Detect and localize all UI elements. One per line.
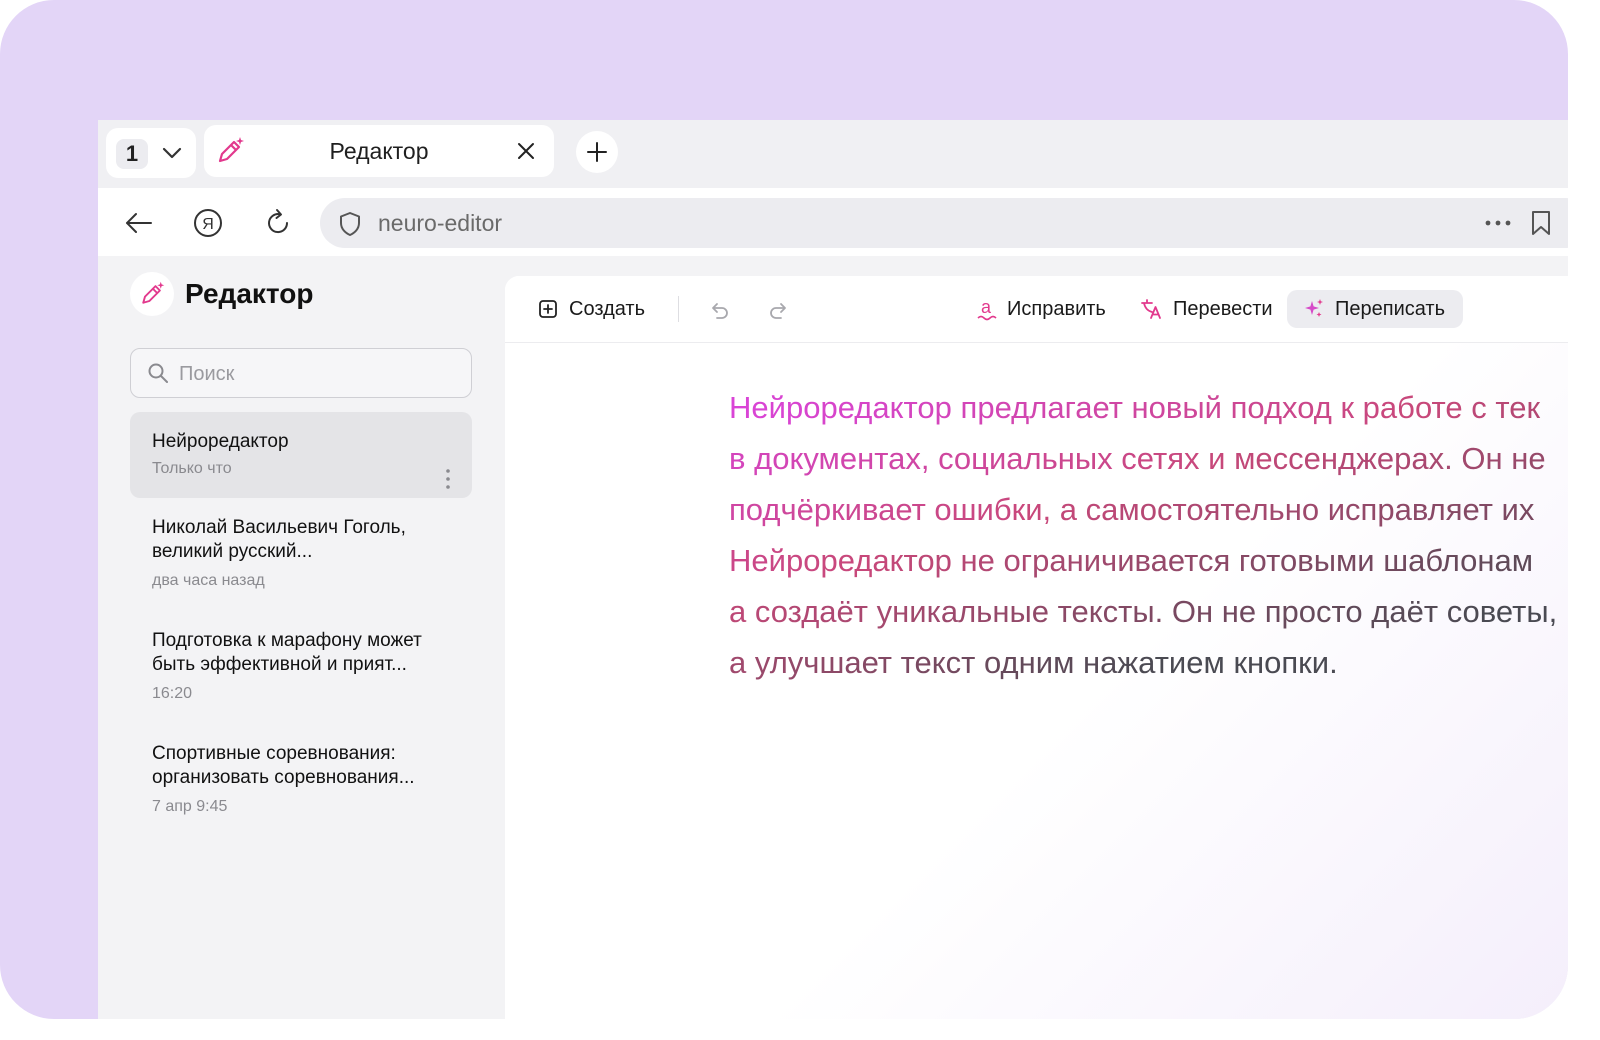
spellcheck-icon: а bbox=[977, 297, 997, 321]
fix-button[interactable]: а Исправить bbox=[975, 290, 1106, 328]
address-text: neuro-editor bbox=[378, 210, 503, 236]
editor-toolbar: Создать а Исправить Перевести Переписать bbox=[505, 276, 1568, 343]
magic-pen-icon bbox=[142, 281, 165, 304]
undo-icon[interactable] bbox=[708, 298, 730, 320]
document-item[interactable]: Подготовка к марафону может быть эффекти… bbox=[130, 613, 472, 721]
documents-sidebar: Редактор Нейроредактор Только что bbox=[98, 256, 504, 1019]
translate-button[interactable]: Перевести bbox=[1139, 290, 1273, 328]
navigation-bar: Я neuro-editor bbox=[98, 188, 1568, 256]
svg-text:Я: Я bbox=[202, 216, 214, 233]
document-item[interactable]: Спортивные соревнования: организовать со… bbox=[130, 726, 472, 834]
redo-icon[interactable] bbox=[768, 298, 790, 320]
toolbar-divider bbox=[678, 296, 679, 322]
more-vertical-icon[interactable] bbox=[444, 468, 452, 490]
document-time: два часа назад bbox=[152, 572, 265, 589]
document-title: Нейроредактор bbox=[152, 431, 289, 452]
sidebar-title: Редактор bbox=[185, 278, 314, 309]
text-line: в документах, социальных сетях и мессенд… bbox=[729, 441, 1546, 476]
close-icon[interactable] bbox=[514, 139, 538, 163]
document-title: Подготовка к марафону может быть эффекти… bbox=[152, 630, 422, 675]
document-item[interactable]: Николай Васильевич Гоголь, великий русск… bbox=[130, 500, 472, 608]
editor-text[interactable]: Нейроредактор предлагает новый подход к … bbox=[729, 382, 1568, 688]
tab-count: 1 bbox=[116, 139, 148, 169]
yandex-logo-icon[interactable]: Я bbox=[193, 208, 223, 238]
create-button[interactable]: Создать bbox=[537, 290, 645, 328]
tab-counter-button[interactable]: 1 bbox=[106, 128, 196, 178]
document-time: 16:20 bbox=[152, 685, 193, 702]
translate-label: Перевести bbox=[1173, 297, 1273, 320]
svg-text:а: а bbox=[981, 297, 992, 317]
address-bar[interactable]: neuro-editor bbox=[320, 198, 1568, 248]
reload-icon[interactable] bbox=[263, 208, 293, 238]
editor-logo bbox=[130, 272, 174, 316]
search-icon bbox=[148, 363, 168, 383]
document-title: Николай Васильевич Гоголь, великий русск… bbox=[152, 517, 406, 562]
editor-panel: Создать а Исправить Перевести Переписать… bbox=[505, 276, 1568, 1019]
page-content: Редактор Нейроредактор Только что bbox=[98, 256, 1568, 1019]
rewrite-label: Переписать bbox=[1335, 297, 1446, 320]
search-input[interactable] bbox=[177, 349, 461, 399]
new-tab-button[interactable] bbox=[576, 131, 618, 173]
text-line: а улучшает текст одним нажатием кнопки. bbox=[729, 645, 1338, 680]
plus-icon bbox=[587, 142, 607, 162]
browser-window: 1 Редактор Я neuro-editor Редактор Поиск… bbox=[98, 120, 1568, 1019]
tab-strip: 1 Редактор bbox=[98, 120, 1568, 188]
tab-editor[interactable]: Редактор bbox=[204, 125, 554, 177]
promo-background: 1 Редактор Я neuro-editor Редактор Поиск… bbox=[0, 0, 1568, 1019]
fix-label: Исправить bbox=[1007, 297, 1106, 320]
shield-icon bbox=[340, 212, 360, 236]
search-box[interactable] bbox=[130, 348, 472, 399]
text-line: Нейроредактор не ограничивается готовыми… bbox=[729, 543, 1534, 578]
rewrite-button[interactable]: Переписать bbox=[1287, 290, 1464, 328]
text-line: Нейроредактор предлагает новый подход к … bbox=[729, 390, 1541, 425]
back-arrow-icon[interactable] bbox=[124, 208, 154, 238]
document-time: 7 апр 9:45 bbox=[152, 798, 228, 815]
sparkles-icon bbox=[1305, 299, 1323, 317]
plus-square-icon bbox=[539, 300, 557, 318]
magic-pen-icon bbox=[218, 137, 244, 163]
chevron-down-icon bbox=[162, 147, 182, 159]
document-item[interactable]: Нейроредактор Только что bbox=[130, 412, 472, 498]
tab-title: Редактор bbox=[329, 138, 429, 164]
translate-icon bbox=[1141, 299, 1161, 319]
document-time: Только что bbox=[152, 460, 232, 477]
create-label: Создать bbox=[569, 297, 646, 320]
text-line: а создаёт уникальные тексты. Он не прост… bbox=[729, 594, 1558, 629]
bookmark-icon[interactable] bbox=[1530, 210, 1552, 236]
document-title: Спортивные соревнования: организовать со… bbox=[152, 743, 415, 788]
more-options-icon[interactable] bbox=[1483, 210, 1513, 236]
text-line: подчёркивает ошибки, а самостоятельно ис… bbox=[729, 492, 1535, 527]
